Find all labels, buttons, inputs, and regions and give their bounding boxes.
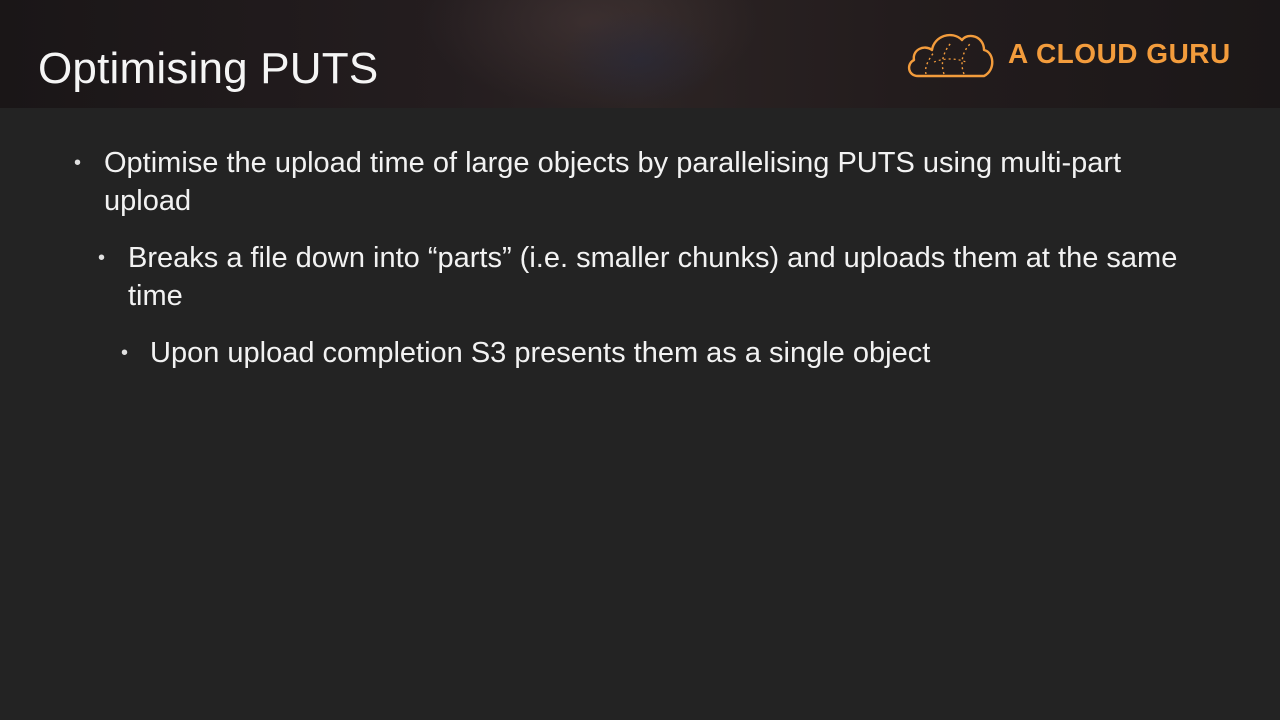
bullet-marker: • [121,342,129,364]
brand-name: A CLOUD GURU [1008,38,1231,69]
bullet-level-2: • Breaks a file down into “parts” (i.e. … [98,239,1188,315]
header-background-photo-detail [560,10,720,108]
bullet-text: Upon upload completion S3 presents them … [150,337,931,369]
bullet-level-1: • Optimise the upload time of large obje… [74,144,1194,220]
bullet-marker: • [74,152,82,174]
cloud-icon [907,33,994,78]
slide-header: Optimising PUTS A CLOUD GURU [0,0,1280,108]
bullet-marker: • [98,247,106,269]
slide: Optimising PUTS A CLOUD GURU • Optimise … [0,0,1280,720]
bullet-text: Breaks a file down into “parts” (i.e. sm… [128,242,1178,312]
brand-logo: A CLOUD GURU [904,28,1231,80]
bullet-level-3: • Upon upload completion S3 presents the… [121,334,1190,372]
slide-title: Optimising PUTS [38,44,379,93]
bullet-text: Optimise the upload time of large object… [104,147,1122,217]
